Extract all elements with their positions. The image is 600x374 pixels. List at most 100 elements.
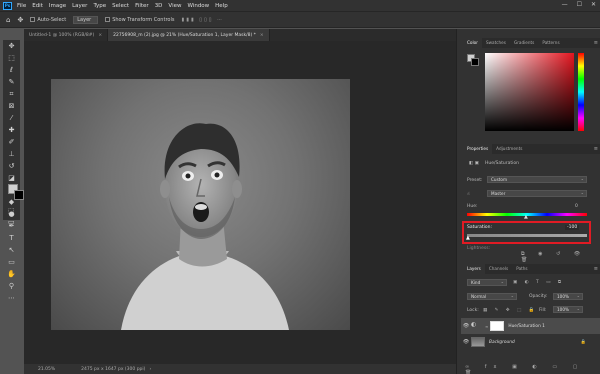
tab-photo[interactable]: 22756908_m (2).jpg @ 21% (Hue/Saturation… [108,29,270,41]
saturation-track[interactable] [467,234,587,237]
history-brush-icon[interactable]: ↺ [5,161,18,172]
menu-filter[interactable]: Filter [135,3,149,9]
menu-select[interactable]: Select [112,3,129,9]
document-image[interactable] [51,79,350,330]
move-tool-icon[interactable]: ✥ [17,16,23,24]
eyedropper-tool-icon[interactable]: ⁄ [5,113,18,124]
saturation-value[interactable]: -100 [565,225,580,230]
path-select-icon[interactable]: ↖ [5,245,18,256]
lasso-tool-icon[interactable]: ℓ [5,65,18,76]
menu-window[interactable]: Window [187,3,209,9]
layer-filter-icons[interactable]: ▣ ◐ T ▭ ⧉ [513,279,564,285]
menu-edit[interactable]: Edit [32,3,43,9]
blend-mode-dropdown[interactable]: Normal [467,293,517,300]
zoom-level[interactable]: 21.05% [38,367,55,372]
marquee-tool-icon[interactable]: ⬚ [5,53,18,64]
more-tools-icon[interactable]: ⋯ [5,293,18,304]
move-tool-icon[interactable]: ✥ [5,41,18,52]
close-button[interactable]: ✕ [591,1,596,8]
lock-icon: 🔒 [580,339,586,345]
zoom-tool-icon[interactable]: ⚲ [5,281,18,292]
chevron-right-icon[interactable]: › [149,367,151,372]
tab-patterns[interactable]: Patterns [538,38,563,48]
home-icon[interactable]: ⌂ [6,16,10,24]
quick-select-tool-icon[interactable]: ✎ [5,77,18,88]
layer-row-hue-saturation[interactable]: 👁 ◐ ∞ Hue/Saturation 1 [461,318,600,334]
healing-tool-icon[interactable]: ✚ [5,125,18,136]
screen-mode-icon[interactable]: ▭ [8,218,15,226]
menu-type[interactable]: Type [93,3,106,9]
menu-file[interactable]: File [17,3,26,9]
eraser-tool-icon[interactable]: ◪ [5,173,18,184]
tab-channels[interactable]: Channels [485,264,512,274]
adjustment-layer-icon: ◐ [471,321,477,328]
hue-label: Hue: [467,204,478,209]
fill-label: Fill: [539,308,547,313]
panel-menu-icon[interactable]: ≡ [594,266,598,272]
layer-filter-dropdown[interactable]: Kind [467,279,507,286]
fill-input[interactable]: 100% [553,306,583,313]
menu-help[interactable]: Help [215,3,228,9]
crop-tool-icon[interactable]: ⌗ [5,89,18,100]
align-icons[interactable]: ▮▮▮ ▯▯▯ ⋯ [181,17,224,23]
link-icon[interactable]: ∞ [485,324,488,329]
tab-properties[interactable]: Properties [463,144,493,154]
options-bar: ⌂ ✥ Auto-Select Layer Show Transform Con… [0,11,600,28]
transform-controls-checkbox[interactable] [105,17,111,22]
channel-dropdown[interactable]: Master [487,190,587,197]
lock-label: Lock: [467,308,479,313]
menu-layer[interactable]: Layer [72,3,87,9]
adjustment-icon: ◧ ▣ [469,161,479,166]
menu-3d[interactable]: 3D [155,3,163,9]
background-color-swatch[interactable] [14,190,24,200]
auto-select-checkbox[interactable] [30,17,36,22]
bg-color-chip[interactable] [471,58,479,66]
tab-gradients[interactable]: Gradients [510,38,538,48]
shape-tool-icon[interactable]: ▭ [5,257,18,268]
tab-layers[interactable]: Layers [463,264,485,274]
document-tabs: Untitled-1 @ 100% (RGB/8#) × 22756908_m (… [24,29,456,41]
stamp-tool-icon[interactable]: ⊥ [5,149,18,160]
close-icon[interactable]: × [260,33,264,38]
panel-menu-icon[interactable]: ≡ [594,40,598,46]
color-field[interactable] [485,53,574,131]
portrait-photo [121,123,289,330]
brush-tool-icon[interactable]: ✐ [5,137,18,148]
restore-button[interactable]: ☐ [577,1,582,8]
hue-slider[interactable] [578,53,584,131]
tab-label: Untitled-1 @ 100% (RGB/8#) [29,32,95,38]
tab-swatches[interactable]: Swatches [482,38,510,48]
properties-footer-icons[interactable]: ⧉ ◉ ↺ 👁 🗑 [521,251,600,263]
hue-slider-thumb[interactable]: ▲ [524,214,528,220]
hand-adjust-icon[interactable]: ☝ [467,192,470,197]
layer-name[interactable]: Hue/Saturation 1 [508,324,545,329]
layer-mask-thumb[interactable] [490,321,505,331]
panel-menu-icon[interactable]: ≡ [594,146,598,152]
saturation-slider-thumb[interactable]: ▲ [466,235,470,241]
hand-tool-icon[interactable]: ✋ [5,269,18,280]
frame-tool-icon[interactable]: ⊠ [5,101,18,112]
hue-value[interactable]: 0 [575,204,578,209]
layer-row-background[interactable]: 👁 Background 🔒 [461,334,600,350]
opacity-input[interactable]: 100% [553,293,583,300]
minimize-button[interactable]: — [562,1,568,8]
quick-mask-icon[interactable]: ⬚ [8,207,15,215]
type-tool-icon[interactable]: T [5,233,18,244]
menu-image[interactable]: Image [49,3,66,9]
eye-icon[interactable]: 👁 [461,323,471,329]
tab-label: 22756908_m (2).jpg @ 21% (Hue/Saturation… [113,32,256,38]
auto-select-target-dropdown[interactable]: Layer [73,15,99,24]
tab-paths[interactable]: Paths [512,264,531,274]
layer-name[interactable]: Background [489,340,515,345]
layers-footer-icons[interactable]: ∞ fx ▣ ◐ ▭ ▢ 🗑 [465,364,600,374]
eye-icon[interactable]: 👁 [461,339,471,345]
document-info[interactable]: 2475 px x 1647 px (300 ppi) [81,367,145,372]
lock-icons[interactable]: ▦ ✎ ✥ ⬚ 🔒 [483,308,537,313]
preset-dropdown[interactable]: Custom [487,176,587,183]
tab-color[interactable]: Color [463,38,482,48]
adjustment-name: Hue/Saturation [485,161,519,166]
close-icon[interactable]: × [98,33,102,38]
tab-untitled[interactable]: Untitled-1 @ 100% (RGB/8#) × [24,29,109,41]
menu-view[interactable]: View [168,3,181,9]
tab-adjustments[interactable]: Adjustments [492,144,526,154]
